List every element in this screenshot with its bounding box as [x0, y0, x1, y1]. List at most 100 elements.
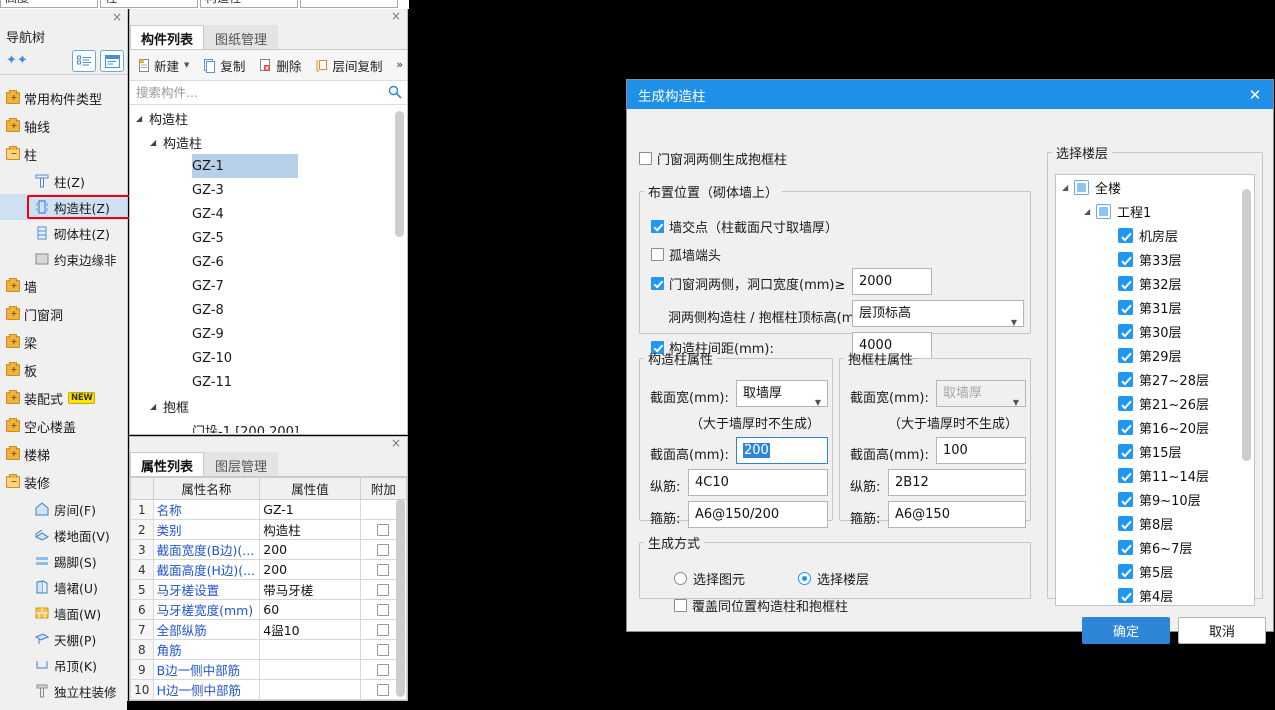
floor-checkbox[interactable] — [1118, 588, 1133, 603]
nav-item-15[interactable]: 房间(F) — [0, 496, 127, 522]
floor-tree-list[interactable]: ◢全楼◢工程1机房层第33层第32层第31层第30层第29层第27~28层第21… — [1056, 175, 1254, 606]
component-row-12[interactable]: ◢抱框 — [130, 394, 407, 418]
row-property-value[interactable] — [260, 680, 361, 700]
table-row[interactable]: 2类别构造柱 — [131, 520, 407, 540]
table-row[interactable]: 6马牙槎宽度(mm)60 — [131, 600, 407, 620]
floor-row-13[interactable]: 第9~10层 — [1056, 487, 1254, 511]
opening-sides-frame-column-checkbox[interactable]: 门窗洞两侧生成抱框柱 — [639, 149, 787, 168]
nav-folder-7[interactable]: +墙 — [0, 272, 127, 300]
ok-button[interactable]: 确定 — [1082, 617, 1170, 644]
nav-item-5[interactable]: 砌体柱(Z) — [0, 220, 127, 246]
gz-height-input[interactable]: 200 — [736, 437, 828, 464]
component-row-10[interactable]: GZ-10 — [130, 346, 407, 370]
floor-row-17[interactable]: 第4层 — [1056, 583, 1254, 606]
attach-checkbox[interactable] — [377, 664, 389, 676]
gz-width-select[interactable]: 取墙厚 ▼ — [736, 380, 828, 407]
expand-toggle-icon[interactable]: ◢ — [1062, 183, 1074, 192]
radio-select-floor[interactable]: 选择楼层 — [798, 569, 869, 588]
expand-toggle-icon[interactable]: ◢ — [150, 402, 160, 411]
expand-toggle-icon[interactable]: ◢ — [1084, 207, 1096, 216]
tab-property-list[interactable]: 属性列表 — [130, 452, 204, 476]
attach-checkbox[interactable] — [377, 544, 389, 556]
row-property-value[interactable]: 200 — [260, 540, 361, 560]
close-icon[interactable]: ✕ — [1237, 80, 1273, 109]
bk-longitudinal-input[interactable]: 2B12 — [888, 469, 1026, 496]
floor-row-3[interactable]: 第33层 — [1056, 247, 1254, 271]
nav-item-4[interactable]: 构造柱(Z) — [0, 194, 127, 220]
search-input[interactable] — [130, 81, 407, 104]
nav-item-18[interactable]: 墙裙(U) — [0, 574, 127, 600]
floor-row-8[interactable]: 第27~28层 — [1056, 367, 1254, 391]
list-view-button[interactable] — [72, 50, 96, 72]
overwrite-checkbox[interactable]: 覆盖同位置构造柱和抱框柱 — [674, 596, 848, 615]
floor-checkbox[interactable] — [1074, 180, 1089, 195]
floor-checkbox[interactable] — [1118, 348, 1133, 363]
floor-row-16[interactable]: 第5层 — [1056, 559, 1254, 583]
attach-checkbox[interactable] — [377, 584, 389, 596]
nav-item-23[interactable]: 单梁装修 — [0, 704, 127, 710]
bk-height-input[interactable]: 100 — [936, 437, 1026, 464]
nav-folder-9[interactable]: +梁 — [0, 328, 127, 356]
floor-row-9[interactable]: 第21~26层 — [1056, 391, 1254, 415]
floor-checkbox[interactable] — [1118, 300, 1133, 315]
row-property-value[interactable]: GZ-1 — [260, 500, 361, 520]
table-row[interactable]: 10H边一侧中部筋 — [131, 680, 407, 700]
floor-checkbox[interactable] — [1118, 396, 1133, 411]
table-row[interactable]: 9B边一侧中部筋 — [131, 660, 407, 680]
row-property-value[interactable]: 200 — [260, 560, 361, 580]
nav-folder-13[interactable]: +楼梯 — [0, 440, 127, 468]
floor-checkbox[interactable] — [1118, 324, 1133, 339]
nav-item-21[interactable]: 吊顶(K) — [0, 652, 127, 678]
floor-row-7[interactable]: 第29层 — [1056, 343, 1254, 367]
floor-row-0[interactable]: ◢全楼 — [1056, 175, 1254, 199]
floor-checkbox[interactable] — [1118, 420, 1133, 435]
nav-folder-2[interactable]: −柱 — [0, 140, 127, 168]
top-cell-2[interactable]: 构造柱 — [200, 0, 298, 8]
new-button[interactable]: 新建 ▼ — [130, 52, 196, 78]
nav-folder-8[interactable]: +门窗洞 — [0, 300, 127, 328]
table-row[interactable]: 5马牙槎设置带马牙槎 — [131, 580, 407, 600]
component-row-3[interactable]: GZ-3 — [130, 178, 407, 202]
property-table-scrollbar[interactable] — [396, 499, 405, 697]
nav-item-3[interactable]: 柱(Z) — [0, 168, 127, 194]
attach-checkbox[interactable] — [377, 624, 389, 636]
nav-item-17[interactable]: 踢脚(S) — [0, 548, 127, 574]
gz-stirrup-input[interactable]: A6@150/200 — [688, 501, 828, 528]
component-tree-list[interactable]: ◢构造柱◢构造柱GZ-1GZ-3GZ-4GZ-5GZ-6GZ-7GZ-8GZ-9… — [130, 106, 407, 433]
nav-folder-0[interactable]: +常用构件类型 — [0, 84, 127, 112]
row-property-value[interactable]: 构造柱 — [260, 520, 361, 540]
toolbar-overflow-button[interactable]: » — [396, 58, 401, 71]
floor-checkbox[interactable] — [1118, 372, 1133, 387]
attach-checkbox[interactable] — [377, 644, 389, 656]
attach-checkbox[interactable] — [377, 604, 389, 616]
floor-checkbox[interactable] — [1118, 468, 1133, 483]
nav-item-20[interactable]: 天棚(P) — [0, 626, 127, 652]
table-row[interactable]: 7全部纵筋4䀀10 — [131, 620, 407, 640]
copy-button[interactable]: 复制 — [196, 52, 252, 78]
expand-toggle-icon[interactable]: ◢ — [150, 138, 160, 147]
nav-folder-10[interactable]: +板 — [0, 356, 127, 384]
tab-drawing-management[interactable]: 图纸管理 — [204, 25, 278, 49]
nav-item-22[interactable]: 独立柱装修 — [0, 678, 127, 704]
floor-checkbox[interactable] — [1118, 444, 1133, 459]
row-property-value[interactable] — [260, 660, 361, 680]
nav-folder-1[interactable]: +轴线 — [0, 112, 127, 140]
row-property-value[interactable]: 4䀀10 — [260, 620, 361, 640]
floor-checkbox[interactable] — [1118, 252, 1133, 267]
component-tree-scrollbar[interactable] — [395, 111, 404, 237]
detail-view-button[interactable] — [100, 50, 124, 72]
table-row[interactable]: 8角筋 — [131, 640, 407, 660]
floor-row-1[interactable]: ◢工程1 — [1056, 199, 1254, 223]
top-elevation-select[interactable]: 层顶标高 ▼ — [852, 300, 1024, 327]
floor-row-15[interactable]: 第6~7层 — [1056, 535, 1254, 559]
nav-folder-12[interactable]: +空心楼盖 — [0, 412, 127, 440]
bk-stirrup-input[interactable]: A6@150 — [888, 501, 1026, 528]
close-icon[interactable]: × — [391, 436, 401, 450]
floor-row-5[interactable]: 第31层 — [1056, 295, 1254, 319]
dialog-title-bar[interactable]: 生成构造柱 ✕ — [627, 80, 1273, 109]
table-row[interactable]: 3截面宽度(B边)(...200 — [131, 540, 407, 560]
table-row[interactable]: 4截面高度(H边)(...200 — [131, 560, 407, 580]
component-row-4[interactable]: GZ-4 — [130, 202, 407, 226]
search-icon[interactable] — [388, 85, 402, 99]
floor-checkbox[interactable] — [1118, 228, 1133, 243]
